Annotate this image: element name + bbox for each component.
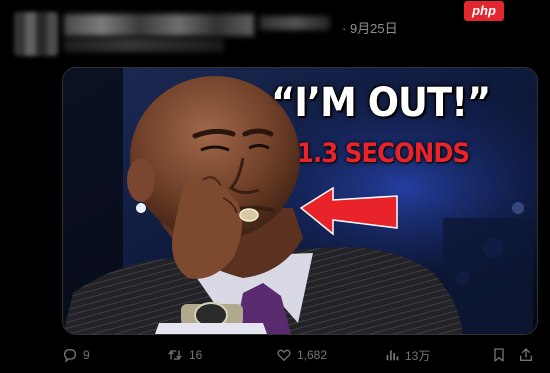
bookmark-icon bbox=[494, 348, 504, 362]
repost-button[interactable]: 16 bbox=[166, 344, 202, 366]
headline-quote: “I’M OUT!” bbox=[271, 80, 491, 126]
views-count: 13万 bbox=[405, 348, 431, 363]
watermark-badge: php bbox=[464, 1, 504, 21]
post-text-redacted bbox=[64, 38, 224, 52]
headline-subtitle: 1.3 SECONDS bbox=[297, 138, 470, 169]
like-icon bbox=[277, 349, 291, 361]
views-button[interactable]: 13万 bbox=[384, 344, 430, 366]
repost-count: 16 bbox=[189, 348, 203, 362]
avatar[interactable] bbox=[14, 12, 58, 56]
reply-button[interactable]: 9 bbox=[62, 344, 90, 366]
like-button[interactable]: 1,682 bbox=[276, 344, 327, 366]
post-header: · 9月25日 bbox=[14, 6, 434, 58]
action-bar: 9 16 1,682 13万 bbox=[0, 340, 550, 370]
like-count: 1,682 bbox=[297, 348, 328, 362]
post: · 9月25日 php “I’M OUT!” 1.3 SECONDS 9 16 … bbox=[0, 0, 550, 373]
share-button[interactable] bbox=[518, 344, 534, 366]
author-handle-redacted[interactable] bbox=[260, 16, 330, 30]
post-media-image[interactable]: “I’M OUT!” 1.3 SECONDS bbox=[62, 67, 538, 335]
bookmark-button[interactable] bbox=[492, 344, 506, 366]
post-date[interactable]: · 9月25日 bbox=[342, 18, 398, 37]
reply-icon bbox=[63, 348, 77, 363]
reply-count: 9 bbox=[83, 348, 90, 362]
views-icon bbox=[386, 350, 399, 361]
author-name-redacted[interactable] bbox=[64, 14, 254, 36]
repost-icon bbox=[168, 350, 182, 360]
share-icon bbox=[520, 348, 532, 361]
